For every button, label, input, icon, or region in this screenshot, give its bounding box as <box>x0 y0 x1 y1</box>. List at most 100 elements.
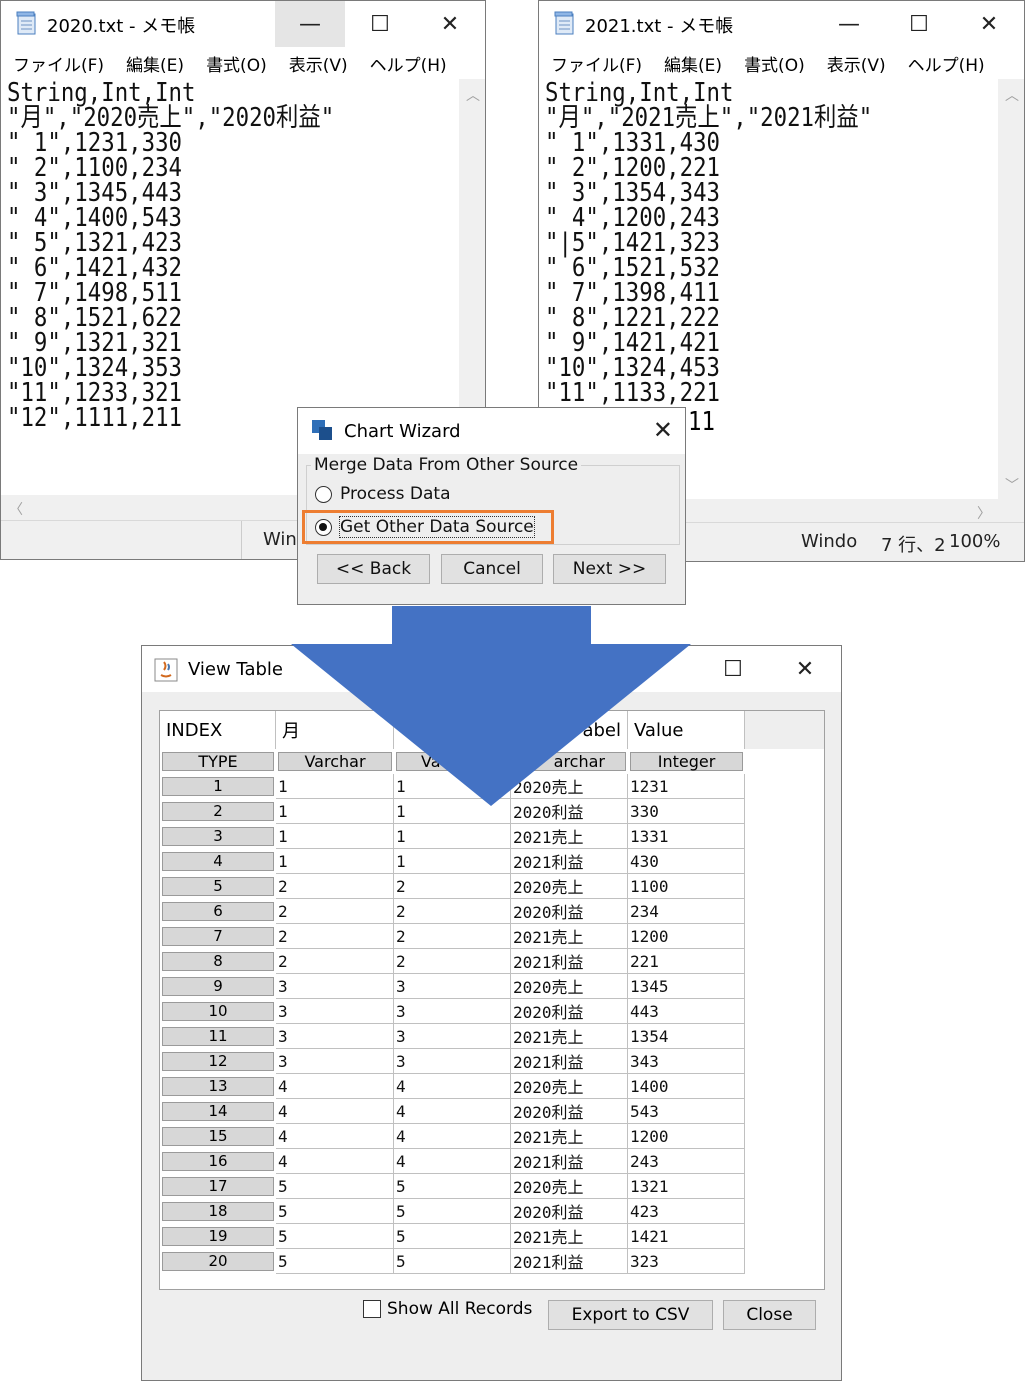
notepad-titlebar[interactable]: 2021.txt - メモ帳 — ☐ ✕ <box>539 1 1024 47</box>
maximize-icon[interactable]: ☐ <box>884 1 954 47</box>
dialog-titlebar[interactable]: Chart Wizard ✕ <box>298 408 685 454</box>
table-cell[interactable]: 2020売上 <box>511 974 628 999</box>
scroll-up-icon[interactable]: ︿ <box>466 85 480 105</box>
table-row[interactable]: 2 1 1 2020利益 330 <box>160 799 824 824</box>
table-cell[interactable]: 3 <box>276 999 394 1024</box>
table-cell[interactable]: 5 <box>276 1199 394 1224</box>
table-row[interactable]: 1 1 1 2020売上 1231 <box>160 774 824 799</box>
close-icon[interactable]: ✕ <box>769 646 841 692</box>
menu-file[interactable]: ファイル(F) <box>551 56 642 76</box>
cancel-button[interactable]: Cancel <box>441 554 543 584</box>
table-cell[interactable]: 2 <box>276 874 394 899</box>
show-all-records-checkbox[interactable]: Show All Records <box>363 1299 532 1319</box>
table-cell[interactable]: 2021売上 <box>511 1224 628 1249</box>
table-cell[interactable]: 343 <box>628 1049 745 1074</box>
table-cell[interactable]: 4 <box>394 1074 511 1099</box>
radio-unselected[interactable] <box>315 485 332 503</box>
table-cell[interactable]: 5 <box>276 1249 394 1274</box>
table-cell[interactable]: 3 <box>394 999 511 1024</box>
table-row[interactable]: 10 3 3 2020利益 443 <box>160 999 824 1024</box>
close-icon[interactable]: ✕ <box>415 1 485 47</box>
table-cell[interactable]: 2 <box>276 924 394 949</box>
table-row[interactable]: 20 5 5 2021利益 323 <box>160 1249 824 1274</box>
next-button[interactable]: Next >> <box>553 554 666 584</box>
table-cell[interactable]: 2020売上 <box>511 1174 628 1199</box>
table-cell[interactable]: 234 <box>628 899 745 924</box>
table-cell[interactable]: 2 <box>276 899 394 924</box>
table-row[interactable]: 11 3 3 2021売上 1354 <box>160 1024 824 1049</box>
close-button[interactable]: Close <box>723 1300 816 1330</box>
table-cell[interactable]: 330 <box>628 799 745 824</box>
table-cell[interactable]: 1 <box>276 799 394 824</box>
table-cell[interactable]: 4 <box>394 1149 511 1174</box>
close-icon[interactable]: ✕ <box>653 416 673 444</box>
maximize-icon[interactable]: ☐ <box>697 646 769 692</box>
table-cell[interactable]: 1 <box>394 824 511 849</box>
table-row[interactable]: 5 2 2 2020売上 1100 <box>160 874 824 899</box>
table-cell[interactable]: 1231 <box>628 774 745 799</box>
process-data-option[interactable]: Process Data <box>315 484 450 504</box>
table-cell[interactable]: 423 <box>628 1199 745 1224</box>
table-cell[interactable]: 1 <box>276 824 394 849</box>
menu-edit[interactable]: 編集(E) <box>664 56 722 76</box>
table-row[interactable]: 12 3 3 2021利益 343 <box>160 1049 824 1074</box>
table-cell[interactable]: 2020売上 <box>511 1074 628 1099</box>
back-button[interactable]: << Back <box>317 554 430 584</box>
table-row[interactable]: 14 4 4 2020利益 543 <box>160 1099 824 1124</box>
menu-help[interactable]: ヘルプ(H) <box>908 56 985 76</box>
table-row[interactable]: 3 1 1 2021売上 1331 <box>160 824 824 849</box>
table-cell[interactable]: 5 <box>276 1174 394 1199</box>
table-row[interactable]: 8 2 2 2021利益 221 <box>160 949 824 974</box>
table-cell[interactable]: 1331 <box>628 824 745 849</box>
table-cell[interactable]: 430 <box>628 849 745 874</box>
table-cell[interactable]: 5 <box>276 1224 394 1249</box>
table-cell[interactable]: 1345 <box>628 974 745 999</box>
table-cell[interactable]: 2020売上 <box>511 774 628 799</box>
column-header[interactable]: Value <box>628 711 745 749</box>
minimize-icon[interactable]: — <box>275 1 345 47</box>
table-row[interactable]: 15 4 4 2021売上 1200 <box>160 1124 824 1149</box>
column-header[interactable]: 月 <box>276 711 394 749</box>
table-row[interactable]: 19 5 5 2021売上 1421 <box>160 1224 824 1249</box>
table-cell[interactable]: 2021利益 <box>511 1049 628 1074</box>
table-cell[interactable]: 3 <box>276 974 394 999</box>
maximize-icon[interactable]: ☐ <box>345 1 415 47</box>
table-cell[interactable]: 2020利益 <box>511 899 628 924</box>
table-row[interactable]: 13 4 4 2020売上 1400 <box>160 1074 824 1099</box>
table-cell[interactable]: 2 <box>394 949 511 974</box>
table-cell[interactable]: 5 <box>394 1174 511 1199</box>
table-cell[interactable]: 1200 <box>628 924 745 949</box>
column-header[interactable]: abel <box>511 711 628 749</box>
menu-view[interactable]: 表示(V) <box>827 56 886 76</box>
table-cell[interactable]: 1100 <box>628 874 745 899</box>
scroll-up-icon[interactable]: ︿ <box>1005 85 1019 105</box>
table-cell[interactable]: 323 <box>628 1249 745 1274</box>
table-cell[interactable]: 2020売上 <box>511 874 628 899</box>
table-cell[interactable]: 4 <box>276 1099 394 1124</box>
table-cell[interactable]: 1 <box>394 774 511 799</box>
checkbox-unchecked[interactable] <box>363 1300 381 1318</box>
table-cell[interactable]: 4 <box>276 1124 394 1149</box>
table-cell[interactable]: 543 <box>628 1099 745 1124</box>
column-header[interactable] <box>394 711 511 749</box>
menu-view[interactable]: 表示(V) <box>289 56 348 76</box>
table-cell[interactable]: 2021利益 <box>511 1249 628 1274</box>
table-cell[interactable]: 2021利益 <box>511 849 628 874</box>
scroll-left-icon[interactable]: 〈 <box>9 499 23 519</box>
notepad-titlebar[interactable]: 2020.txt - メモ帳 — ☐ ✕ <box>1 1 485 47</box>
table-cell[interactable]: 1321 <box>628 1174 745 1199</box>
table-cell[interactable]: 2021売上 <box>511 824 628 849</box>
table-cell[interactable]: 2 <box>394 874 511 899</box>
table-cell[interactable]: 3 <box>394 974 511 999</box>
minimize-icon[interactable]: — <box>814 1 884 47</box>
scroll-down-icon[interactable]: ﹀ <box>1005 475 1019 495</box>
text-editor[interactable]: String,Int,Int "月","2021売上","2021利益" " 1… <box>545 80 872 406</box>
table-cell[interactable]: 243 <box>628 1149 745 1174</box>
export-csv-button[interactable]: Export to CSV <box>548 1300 713 1330</box>
table-cell[interactable]: 1354 <box>628 1024 745 1049</box>
table-cell[interactable]: 1 <box>394 799 511 824</box>
table-cell[interactable]: 3 <box>394 1049 511 1074</box>
menu-file[interactable]: ファイル(F) <box>13 56 104 76</box>
table-cell[interactable]: 443 <box>628 999 745 1024</box>
table-row[interactable]: 18 5 5 2020利益 423 <box>160 1199 824 1224</box>
